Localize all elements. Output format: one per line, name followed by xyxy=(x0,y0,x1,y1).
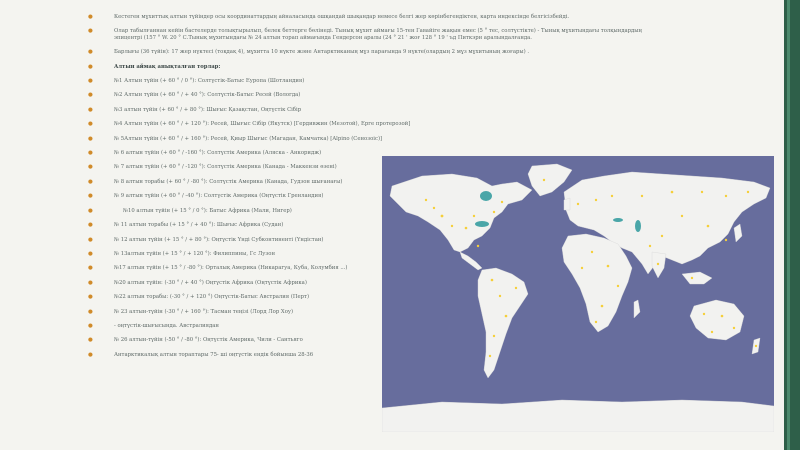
bullet-icon: ● xyxy=(88,14,93,20)
list-item-text: № 13алтын түйін (+ 15 ° / + 120 °): Фили… xyxy=(114,250,276,257)
list-item-text: № 9 алтын түйін (+ 60 ° / -40 °): Солтүс… xyxy=(114,193,324,200)
list-item-text: - оңтүстік-шығысында. Австралиядан xyxy=(114,322,219,329)
bullet-icon: ● xyxy=(88,150,93,157)
list-item-text: №2 Алтын түйін (+ 60 ° / + 40 °): Солтүс… xyxy=(114,92,301,99)
bullet-icon: ● xyxy=(88,250,93,257)
list-item-text: № 5Алтын түйін (+ 60 ° / + 160 °): Ресей… xyxy=(114,135,383,142)
caspian-sea xyxy=(635,220,641,232)
list-item: ● Кестеген мұхиттық алтын түйіндер осы ко… xyxy=(88,14,648,20)
great-lakes xyxy=(475,221,489,227)
bullet-icon: ● xyxy=(88,351,93,358)
list-item: ● №3 алтын түйін (+ 60 ° / + 80 °): Шығыс… xyxy=(88,107,648,113)
world-map-graphic xyxy=(382,163,774,432)
british-isles xyxy=(563,197,571,211)
central-america xyxy=(459,251,483,271)
list-item-text: Кестеген мұхиттық алтын түйіндер осы коо… xyxy=(114,14,570,20)
hudson-bay xyxy=(480,191,492,201)
bullet-icon: ● xyxy=(88,222,93,229)
list-item-text: №20 алтын түйін: (-30 ° / + 40 °) Оңтүст… xyxy=(114,279,307,286)
list-item-text: № 23 алтын-түйін (-30 ° / + 160 °): Тасм… xyxy=(114,308,294,315)
list-item-text: Антарктикалық алтын тораптары 75- ші оңт… xyxy=(114,351,314,358)
bullet-icon: ● xyxy=(88,78,93,85)
india xyxy=(651,251,667,279)
africa xyxy=(561,233,633,333)
list-item: ● Барлығы (36 түйін): 17 жер нүктесі (тоқ… xyxy=(88,49,648,55)
australia xyxy=(689,299,745,341)
se-asia xyxy=(681,271,713,285)
list-item: ● Олар табылғаннан кейін бастелерде толық… xyxy=(88,28,648,41)
bullet-icon: ● xyxy=(88,337,93,344)
antarctica xyxy=(382,399,774,432)
list-item-text: №22 алтын торабы: (-30 ° / + 120 °) Оңтү… xyxy=(114,294,310,301)
bullet-icon: ● xyxy=(88,178,93,185)
world-map xyxy=(382,156,774,432)
japan xyxy=(733,223,743,243)
north-america xyxy=(389,173,533,253)
bullet-icon: ● xyxy=(88,28,93,35)
list-item-text: Олар табылғаннан кейін бастелерде толықт… xyxy=(114,28,642,41)
black-sea xyxy=(613,218,623,222)
bullet-icon: ● xyxy=(88,63,93,70)
bullet-icon: ● xyxy=(88,121,93,128)
bullet-icon: ● xyxy=(88,164,93,171)
bullet-icon: ● xyxy=(88,294,93,301)
list-item: ● №2 Алтын түйін (+ 60 ° / + 40 °): Солтү… xyxy=(88,92,648,98)
bullet-icon: ● xyxy=(88,308,93,315)
bullet-icon: ● xyxy=(88,279,93,286)
list-item-text: №17 алтын түйін (+ 15 ° / -80 °): Орталы… xyxy=(114,265,348,272)
bullet-icon: ● xyxy=(88,49,93,56)
section-heading: ● Алтын аймақ анықталған торлар: xyxy=(88,64,648,70)
list-item: ● №1 Алтын түйін (+ 60 ° / 0 °): Солтүсті… xyxy=(88,78,648,84)
bullet-icon: ● xyxy=(88,193,93,200)
list-item: ● №4 Алтын түйін (+ 60 ° / + 120 °): Ресе… xyxy=(88,121,648,127)
list-item-text: № 11 алтын торабы (+ 15 ° / + 40 °): Шығ… xyxy=(114,222,284,229)
slide: ● Кестеген мұхиттық алтын түйіндер осы ко… xyxy=(0,0,800,450)
south-america xyxy=(477,267,529,379)
list-item-text: Барлығы (36 түйін): 17 жер нүктесі (тоқд… xyxy=(114,49,530,56)
list-item: ● № 5Алтын түйін (+ 60 ° / + 160 °): Ресе… xyxy=(88,136,648,142)
bullet-icon: ● xyxy=(88,207,93,214)
bullet-icon: ● xyxy=(88,106,93,113)
list-item-text: № 7 алтын түйін (+ 60 ° / -120 °): Солтү… xyxy=(114,164,337,171)
side-accent-bar xyxy=(784,0,800,450)
madagascar xyxy=(633,299,641,319)
list-item-text: № 8 алтын торабы (+ 60 ° / -80 °): Солтү… xyxy=(114,178,343,185)
bullet-icon: ● xyxy=(88,265,93,272)
bullet-icon: ● xyxy=(88,135,93,142)
bullet-icon: ● xyxy=(88,92,93,99)
list-item-text: № 26 алтын-түйін (-50 ° / -80 °): Оңтүст… xyxy=(114,337,303,344)
list-item-text: №1 Алтын түйін (+ 60 ° / 0 °): Солтүстік… xyxy=(114,78,305,85)
list-item-text: №10 алтын түйін (+ 15 ° / 0 °): Батыс Аф… xyxy=(123,207,292,214)
list-item-text: №3 алтын түйін (+ 60 ° / + 80 °): Шығыс … xyxy=(114,106,302,113)
bullet-icon: ● xyxy=(88,322,93,329)
list-item-text: Алтын аймақ анықталған торлар: xyxy=(114,63,221,70)
bullet-icon: ● xyxy=(88,236,93,243)
list-item-text: № 12 алтын түйін (+ 15 ° / + 80 °): Оңтү… xyxy=(114,236,324,243)
list-item-text: № 6 алтын түйін (+ 60 ° / -160 °): Солтү… xyxy=(114,150,322,157)
list-item-text: №4 Алтын түйін (+ 60 ° / + 120 °): Ресей… xyxy=(114,121,411,128)
